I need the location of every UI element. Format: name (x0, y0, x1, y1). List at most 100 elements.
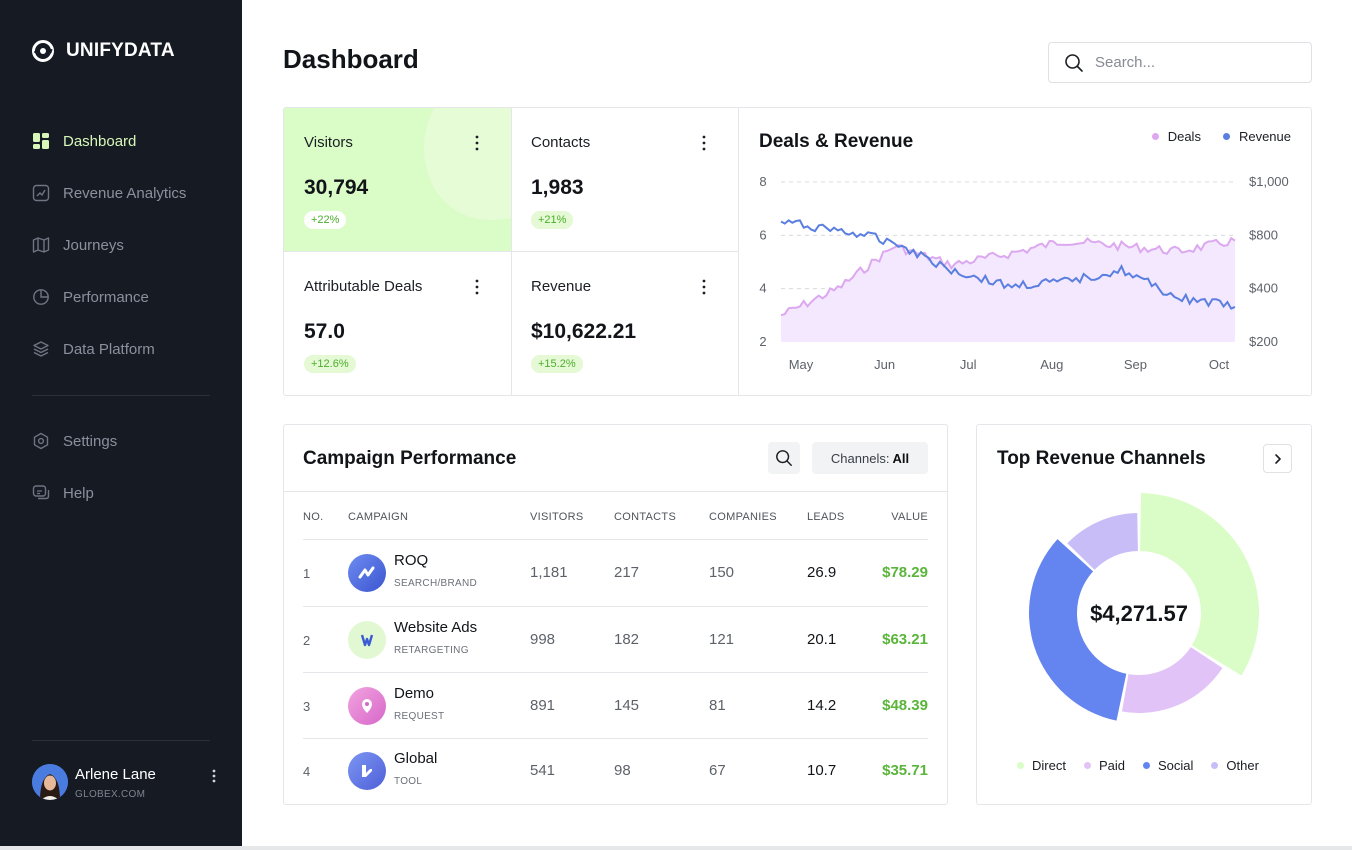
sidebar: UNIFYDATA Dashboard Revenue Analytics Jo… (0, 0, 242, 846)
campaign-name: Demo (394, 685, 435, 702)
cell-visitors: 541 (530, 762, 556, 779)
y-right-tick-label: $200 (1249, 334, 1278, 349)
donut-slice-social (1029, 539, 1127, 721)
avatar-image (32, 764, 68, 800)
legend-item-direct[interactable]: Direct (1017, 758, 1066, 773)
x-tick-label: Jul (960, 357, 977, 372)
x-tick-label: Jun (874, 357, 895, 372)
cell-leads: 10.7 (807, 762, 837, 779)
window-bottom-edge (0, 846, 1352, 850)
more-vertical-icon[interactable] (470, 134, 484, 152)
sidebar-item-label: Performance (63, 288, 149, 306)
stat-value: 30,794 (304, 176, 369, 199)
stat-value: 1,983 (531, 176, 584, 199)
user-profile[interactable]: Arlene Lane GLOBEX.COM (32, 764, 218, 804)
legend-label: Other (1226, 758, 1259, 773)
y-right-tick-label: $800 (1249, 227, 1278, 242)
column-header-campaign[interactable]: CAMPAIGN (348, 511, 408, 523)
campaign-logo (348, 687, 386, 725)
page-title: Dashboard (283, 44, 419, 74)
campaign-logo (348, 621, 386, 659)
search-box[interactable] (1048, 42, 1312, 83)
table-row[interactable]: 3 Demo REQUEST 891 145 81 14.2 $48.39 (303, 673, 928, 739)
roq-logo-icon (358, 566, 375, 579)
row-number: 1 (303, 566, 311, 581)
table-search-button[interactable] (768, 442, 800, 474)
cell-visitors: 891 (530, 697, 556, 714)
cell-contacts: 182 (614, 631, 640, 648)
cell-value: $63.21 (882, 631, 928, 648)
help-chat-icon (32, 485, 50, 500)
row-number: 4 (303, 764, 311, 779)
sidebar-item-label: Data Platform (63, 340, 155, 358)
column-header-visitors[interactable]: VISITORS (530, 511, 584, 523)
row-number: 2 (303, 633, 311, 648)
table-row[interactable]: 1 ROQ SEARCH/BRAND 1,181 217 150 26.9 $7… (303, 540, 928, 606)
stat-change-badge: +12.6% (304, 355, 356, 373)
stat-title: Visitors (304, 134, 353, 151)
more-vertical-icon[interactable] (470, 278, 484, 296)
sidebar-item-journeys[interactable]: Journeys (32, 232, 212, 258)
filter-value: All (892, 450, 910, 466)
donut-total: $4,271.57 (1090, 601, 1188, 626)
table-row[interactable]: 2 Website Ads RETARGETING 998 182 121 20… (303, 607, 928, 673)
sidebar-item-settings[interactable]: Settings (32, 428, 212, 454)
campaign-type: TOOL (394, 776, 423, 787)
deals-revenue-plot: 8 6 4 2 $1,000 $800 $400 $200 May Jun Jul Aug Sep O… (759, 174, 1288, 372)
stat-card-contacts: Contacts 1,983 +21% (511, 108, 739, 252)
cell-visitors: 998 (530, 631, 556, 648)
brand-name: UNIFYDATA (66, 40, 175, 61)
stat-change-badge: +15.2% (531, 355, 583, 373)
brand[interactable]: UNIFYDATA (32, 40, 175, 62)
campaign-name: Global (394, 750, 438, 767)
cell-contacts: 98 (614, 762, 631, 779)
chart-icon (32, 184, 50, 202)
sidebar-item-dashboard[interactable]: Dashboard (32, 128, 212, 154)
global-logo-icon (362, 765, 372, 777)
grid-icon (33, 133, 49, 149)
cell-visitors: 1,181 (530, 564, 568, 581)
channels-filter-button[interactable]: Channels: All (812, 442, 928, 474)
row-number: 3 (303, 699, 311, 714)
campaign-type: REQUEST (394, 711, 445, 722)
divider (284, 491, 947, 492)
legend-label: Social (1157, 758, 1194, 773)
stat-title: Attributable Deals (304, 278, 423, 295)
column-header-no[interactable]: NO. (303, 511, 323, 523)
column-header-value[interactable]: VALUE (891, 511, 928, 523)
more-vertical-icon[interactable] (202, 768, 218, 784)
stat-card-visitors: Visitors 30,794 +22% (284, 108, 512, 252)
column-header-leads[interactable]: LEADS (807, 511, 845, 523)
sidebar-item-label: Revenue Analytics (63, 184, 187, 202)
stat-change-badge: +21% (531, 211, 574, 229)
sidebar-item-data-platform[interactable]: Data Platform (32, 336, 212, 362)
campaign-name: ROQ (394, 552, 429, 569)
avatar (32, 764, 68, 800)
stat-value: $10,622.21 (531, 320, 637, 343)
column-header-companies[interactable]: COMPANIES (709, 511, 777, 523)
stat-title: Revenue (531, 278, 592, 295)
legend-item-paid[interactable]: Paid (1083, 758, 1125, 773)
more-vertical-icon[interactable] (697, 278, 711, 296)
sidebar-item-revenue-analytics[interactable]: Revenue Analytics (32, 180, 212, 206)
website-ads-logo-icon (360, 634, 374, 647)
legend-item-other[interactable]: Other (1211, 758, 1259, 773)
search-input[interactable] (1095, 54, 1285, 71)
more-vertical-icon[interactable] (697, 134, 711, 152)
brand-logo-icon (32, 40, 54, 62)
sidebar-item-performance[interactable]: Performance (32, 284, 212, 310)
stat-card-attributable-deals: Attributable Deals 57.0 +12.6% (284, 252, 512, 396)
sidebar-item-label: Help (63, 484, 94, 502)
legend-item-social[interactable]: Social (1142, 758, 1194, 773)
campaign-performance-panel: Campaign Performance Channels: All NO. CA… (283, 424, 948, 805)
campaign-logo (348, 554, 386, 592)
cell-value: $48.39 (882, 697, 928, 714)
donut-slice-direct (1140, 493, 1259, 676)
column-header-contacts[interactable]: CONTACTS (614, 511, 676, 523)
cell-contacts: 145 (614, 697, 640, 714)
sidebar-divider (32, 740, 210, 741)
top-revenue-channels-panel: Top Revenue Channels $4,271.57 Direct Pa… (976, 424, 1312, 805)
table-row[interactable]: 4 Global TOOL 541 98 67 10.7 $35.71 (303, 738, 928, 804)
sidebar-item-help[interactable]: Help (32, 480, 212, 506)
sidebar-nav: Dashboard Revenue Analytics Journeys Per… (32, 128, 212, 388)
